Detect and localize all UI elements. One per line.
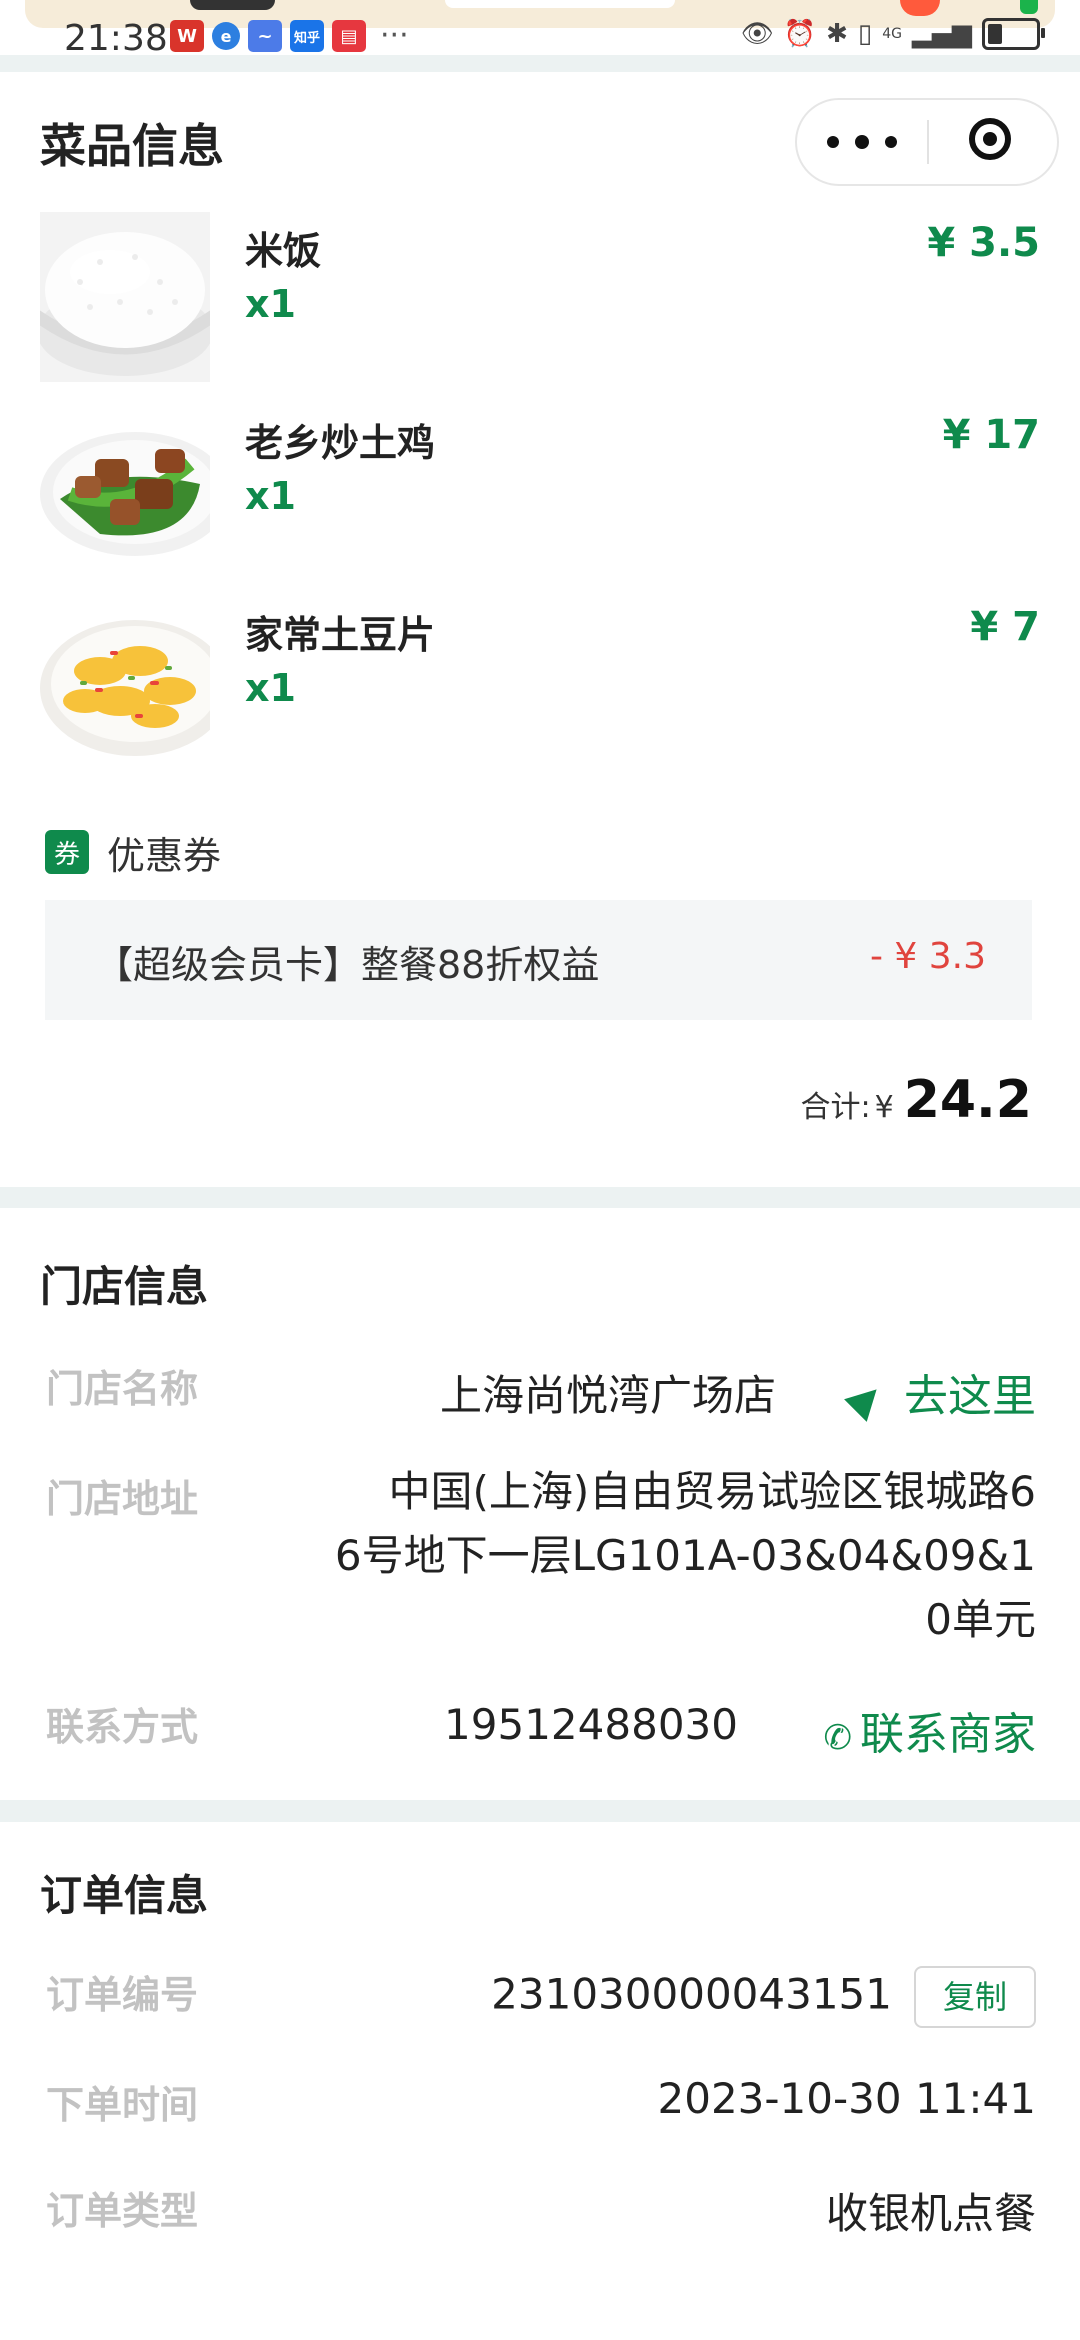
zhihu-icon: 知乎: [290, 20, 324, 52]
network-label: 4G: [882, 26, 902, 42]
dish-item[interactable]: 米饭 x1 ¥ 3.5: [40, 212, 1040, 382]
reader-icon: ▤: [332, 20, 366, 52]
store-name-label: 门店名称: [46, 1367, 199, 1411]
order-type-row: 订单类型 收银机点餐: [46, 2180, 1036, 2240]
copy-button[interactable]: 复制: [914, 1966, 1036, 2028]
eye-icon: 👁: [740, 19, 774, 49]
store-card: 门店信息 门店名称 上海尚悦湾广场店 去这里 门店地址 中国(上海)自由贸易试验…: [0, 1208, 1080, 1800]
order-time-label: 下单时间: [46, 2083, 199, 2127]
coupon-item: 【超级会员卡】整餐88折权益 - ¥ 3.3: [45, 900, 1032, 1020]
dish-price: ¥ 3.5: [927, 220, 1040, 266]
store-contact-row: 联系方式 19512488030 ✆ 联系商家: [46, 1696, 1036, 1760]
store-phone: 19512488030: [444, 1700, 738, 1749]
dish-name: 家常土豆片: [245, 613, 436, 657]
total-label: 合计:: [800, 1090, 871, 1125]
order-time-row: 下单时间 2023-10-30 11:41: [46, 2074, 1036, 2134]
dish-item[interactable]: 家常土豆片 x1 ¥ 7: [40, 596, 1040, 766]
store-name-row: 门店名称 上海尚悦湾广场店 去这里: [46, 1358, 1036, 1422]
store-contact-label: 联系方式: [46, 1705, 199, 1749]
dot-icon: [827, 136, 839, 148]
navigate-label: 去这里: [904, 1371, 1036, 1422]
alarm-icon: ⏰: [783, 19, 817, 49]
order-type-label: 订单类型: [46, 2189, 199, 2233]
dish-image-potato: [40, 596, 210, 766]
signal-icon: ▂▄▆: [912, 19, 972, 49]
navigation-arrow-icon: [844, 1377, 888, 1422]
order-total: 合计: ¥ 24.2: [800, 1070, 1032, 1130]
total-currency: ¥: [874, 1090, 894, 1125]
dish-item[interactable]: 老乡炒土鸡 x1 ¥ 17: [40, 404, 1040, 574]
dish-quantity: x1: [245, 474, 296, 518]
wps-icon: W: [170, 20, 204, 52]
mini-program-capsule: [795, 98, 1059, 186]
dish-quantity: x1: [245, 666, 296, 710]
dot-icon: [855, 135, 869, 149]
app-icon: ~: [248, 20, 282, 52]
contact-merchant-button[interactable]: ✆ 联系商家: [824, 1698, 1037, 1762]
order-time: 2023-10-30 11:41: [657, 2074, 1036, 2123]
dishes-card: 菜品信息 米饭 x1 ¥ 3.5 老乡炒土鸡 x1 ¥ 17 家常土豆片 x1 …: [0, 72, 1080, 1187]
order-card: 订单信息 订单编号 231030000043151 复制 下单时间 2023-10…: [0, 1822, 1080, 2340]
system-icons: 👁 ⏰ ✱ ▯ 4G ▂▄▆: [740, 18, 1045, 50]
dish-name: 米饭: [245, 229, 322, 273]
notification-icons: W e ~ 知乎 ▤ ···: [170, 20, 409, 52]
coupon-description: 【超级会员卡】整餐88折权益: [95, 943, 600, 987]
dish-image-rice: [40, 212, 210, 382]
browser-icon: e: [212, 22, 240, 50]
order-type: 收银机点餐: [825, 2189, 1036, 2238]
status-bar: 21:38 W e ~ 知乎 ▤ ··· 👁 ⏰ ✱ ▯ 4G ▂▄▆: [0, 0, 1080, 59]
dot-icon: [885, 136, 897, 148]
coupon-label: 优惠券: [107, 833, 222, 878]
more-menu-button[interactable]: [797, 100, 927, 184]
store-address-label: 门店地址: [46, 1477, 199, 1521]
store-address-row: 门店地址 中国(上海)自由贸易试验区银城路6 6号地下一层LG101A-03&0…: [46, 1467, 1036, 1648]
order-title: 订单信息: [40, 1871, 209, 1920]
order-number-row: 订单编号 231030000043151 复制: [46, 1964, 1036, 2030]
phone-icon: ✆: [823, 1718, 853, 1758]
battery-icon: [982, 18, 1045, 50]
coupon-header: 券 优惠券: [45, 827, 222, 878]
coupon-discount: - ¥ 3.3: [869, 936, 986, 977]
more-notifications-icon: ···: [380, 18, 409, 53]
dish-price: ¥ 17: [942, 412, 1040, 458]
contact-merchant-label: 联系商家: [860, 1709, 1036, 1760]
dishes-title: 菜品信息: [40, 119, 224, 173]
coupon-icon: 券: [45, 830, 89, 874]
dish-quantity: x1: [245, 282, 296, 326]
store-name: 上海尚悦湾广场店: [439, 1371, 776, 1420]
order-number: 231030000043151: [491, 1969, 892, 2019]
order-number-label: 订单编号: [46, 1973, 199, 2017]
bluetooth-icon: ✱: [826, 19, 848, 49]
store-address: 中国(上海)自由贸易试验区银城路6 6号地下一层LG101A-03&04&09&…: [334, 1467, 1036, 1644]
status-time: 21:38: [64, 18, 168, 59]
close-mini-program-icon[interactable]: [969, 118, 1011, 160]
navigate-button[interactable]: 去这里: [844, 1360, 1036, 1424]
store-title: 门店信息: [40, 1262, 209, 1311]
vibrate-icon: ▯: [857, 19, 873, 49]
dish-name: 老乡炒土鸡: [245, 421, 436, 465]
dish-image-chicken: [40, 404, 210, 574]
total-amount: 24.2: [903, 1070, 1032, 1130]
dish-price: ¥ 7: [970, 604, 1040, 650]
